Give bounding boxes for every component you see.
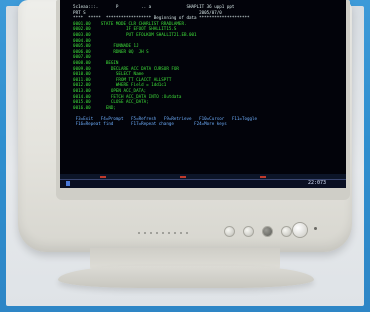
power-led-icon xyxy=(314,227,317,230)
taskbar-clock: 22:073 xyxy=(307,180,326,186)
menu-button[interactable] xyxy=(224,226,235,237)
monitor-chin xyxy=(64,210,317,246)
vent-slot xyxy=(174,232,176,234)
scene: 5c1eaa:::. P .. a SHAPLIT 36 upp1 ppt PR… xyxy=(0,0,370,312)
taskbar: 22:073 xyxy=(60,179,346,188)
function-key-legend: F16=Repeat find F17=Repeat change F24=Mo… xyxy=(68,121,227,127)
speaker-vents xyxy=(138,232,188,234)
vent-slot xyxy=(138,232,140,234)
monitor-screen: 5c1eaa:::. P .. a SHAPLIT 36 upp1 ppt PR… xyxy=(60,0,346,188)
select-button[interactable] xyxy=(262,226,273,237)
vent-slot xyxy=(162,232,164,234)
vent-slot xyxy=(150,232,152,234)
vent-slot xyxy=(156,232,158,234)
monitor-base xyxy=(58,266,314,288)
vent-slot xyxy=(186,232,188,234)
vent-slot xyxy=(144,232,146,234)
control-buttons xyxy=(224,226,292,237)
terminal-output: 5c1eaa:::. P .. a SHAPLIT 36 upp1 ppt PR… xyxy=(68,4,340,127)
status-marker xyxy=(180,176,186,178)
vent-slot xyxy=(180,232,182,234)
start-button[interactable] xyxy=(66,181,70,186)
adjust-button[interactable] xyxy=(243,226,254,237)
power-button[interactable] xyxy=(292,222,308,238)
status-marker xyxy=(100,176,106,178)
crt-monitor: 5c1eaa:::. P .. a SHAPLIT 36 upp1 ppt PR… xyxy=(18,0,352,252)
vent-slot xyxy=(168,232,170,234)
adjust-button[interactable] xyxy=(281,226,292,237)
status-marker xyxy=(260,176,266,178)
